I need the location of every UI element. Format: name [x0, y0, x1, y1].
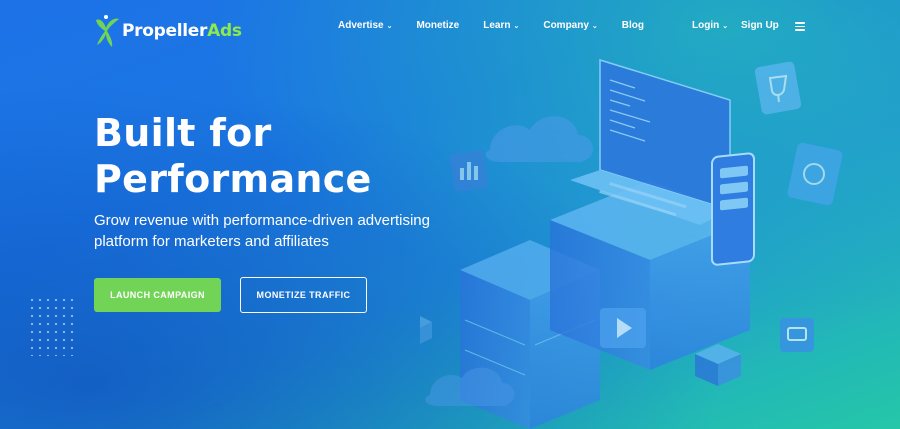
box-icon [420, 316, 432, 344]
brand-name-part2: Ads [207, 21, 242, 41]
chat-icon [780, 318, 814, 352]
nav-blog[interactable]: Blog [622, 20, 644, 31]
propeller-logo-icon [96, 15, 119, 47]
nav-advertise-label: Advertise [338, 20, 384, 31]
hero-illustration [420, 58, 843, 429]
nav-blog-label: Blog [621, 20, 644, 31]
hamburger-menu-icon[interactable] [795, 22, 805, 31]
hero-title: Built for Performance [94, 110, 372, 202]
decorative-dot-grid [28, 296, 78, 356]
chart-badge-icon [450, 150, 488, 192]
nav-company-label: Company [543, 20, 589, 31]
phone-icon [711, 152, 755, 266]
main-nav: Advertise ⌄ Monetize Learn ⌄ Company ⌄ Blog [338, 20, 668, 31]
brand-name-part1: Propeller [122, 21, 208, 41]
nav-company[interactable]: Company ⌄ [543, 20, 597, 31]
chevron-down-icon: ⌄ [386, 23, 393, 30]
cloud-icon [485, 116, 593, 162]
signup-link[interactable]: Sign Up [741, 20, 779, 31]
brand-logo[interactable]: PropellerAds [94, 14, 242, 48]
laptop-icon [570, 58, 731, 225]
hero-title-line2: Performance [94, 157, 372, 201]
chat-icon [787, 142, 843, 206]
chevron-down-icon: ⌄ [591, 23, 598, 30]
box-icon [695, 344, 741, 386]
brand-name: PropellerAds [122, 21, 242, 41]
nav-learn-label: Learn [483, 20, 511, 31]
chevron-down-icon: ⌄ [513, 23, 520, 30]
monetize-traffic-button[interactable]: MONETIZE TRAFFIC [240, 277, 367, 313]
hero-title-line1: Built for [94, 111, 272, 155]
trophy-icon [754, 61, 802, 115]
launch-campaign-button[interactable]: LAUNCH CAMPAIGN [94, 278, 221, 312]
chevron-down-icon: ⌄ [722, 23, 729, 30]
login-link[interactable]: Login ⌄ [692, 20, 728, 31]
nav-learn[interactable]: Learn ⌄ [483, 20, 519, 31]
nav-monetize[interactable]: Monetize [416, 20, 459, 31]
hero-subtitle: Grow revenue with performance-driven adv… [94, 212, 430, 250]
nav-advertise[interactable]: Advertise ⌄ [338, 20, 392, 31]
nav-monetize-label: Monetize [416, 20, 460, 31]
play-icon [600, 308, 646, 348]
login-label: Login [692, 20, 720, 31]
